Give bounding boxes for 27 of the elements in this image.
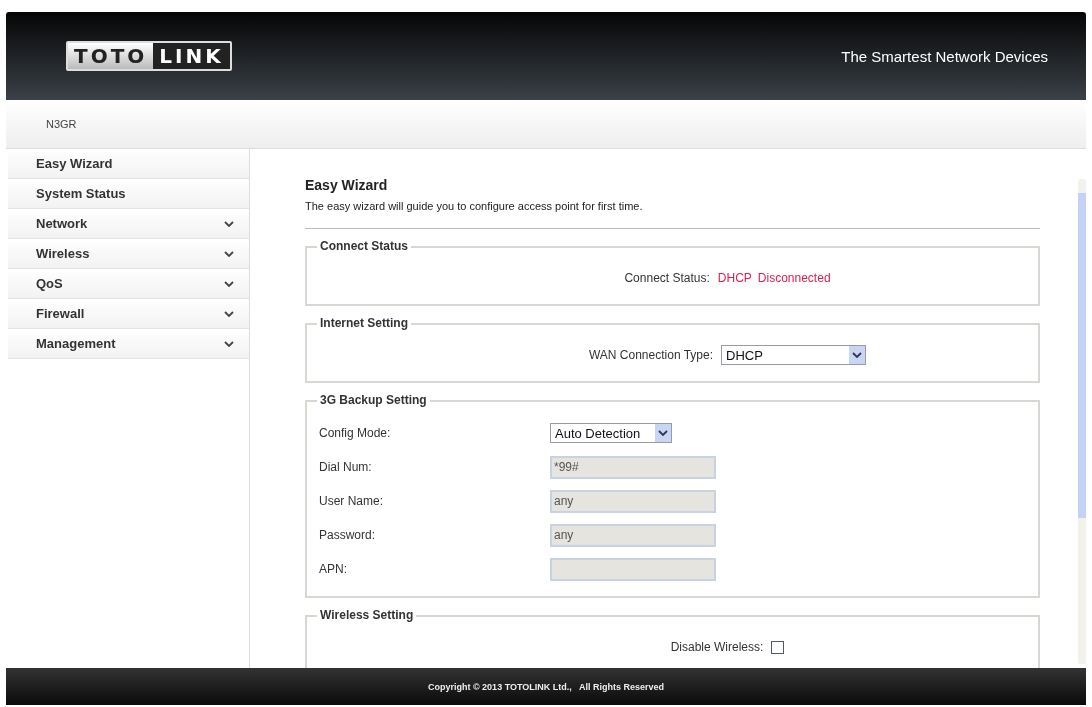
field-label: Connect Status: bbox=[624, 271, 710, 285]
model-name: N3GR bbox=[46, 118, 77, 130]
status-value: Disconnected bbox=[757, 271, 831, 285]
field-label: Password: bbox=[318, 528, 377, 542]
page-title: Easy Wizard bbox=[305, 177, 389, 193]
chevron-down-icon bbox=[849, 346, 866, 364]
field-label: APN: bbox=[318, 562, 348, 576]
logo: LINK bbox=[153, 43, 230, 69]
fieldset-legend: Wireless Setting bbox=[317, 608, 417, 622]
field-label: User Name: bbox=[318, 494, 384, 508]
field-label: Disable Wireless: bbox=[670, 640, 764, 654]
tagline: The Smartest Network Devices bbox=[841, 47, 1048, 65]
fieldset-legend: 3G Backup Setting bbox=[317, 393, 430, 407]
fieldset-legend: Internet Setting bbox=[317, 316, 411, 330]
status-value: DHCP bbox=[717, 271, 752, 285]
logo: TOTO bbox=[68, 43, 154, 69]
copyright-text: Copyright © 2013 TOTOLINK Ltd., All Rights Reserved bbox=[428, 681, 664, 692]
dropdown[interactable]: Auto Detection bbox=[550, 423, 672, 443]
checkbox[interactable] bbox=[771, 640, 785, 654]
field-label: Config Mode: bbox=[318, 426, 392, 440]
scrollbar[interactable] bbox=[1078, 179, 1086, 664]
page-description: The easy wizard will guide you to configure access point for first time. bbox=[305, 200, 644, 212]
fieldset-legend: Connect Status bbox=[317, 239, 411, 253]
dropdown[interactable]: DHCP bbox=[721, 345, 867, 365]
chevron-down-icon bbox=[655, 424, 671, 442]
field-label: Dial Num: bbox=[318, 460, 373, 474]
field-label: WAN Connection Type: bbox=[588, 348, 714, 362]
